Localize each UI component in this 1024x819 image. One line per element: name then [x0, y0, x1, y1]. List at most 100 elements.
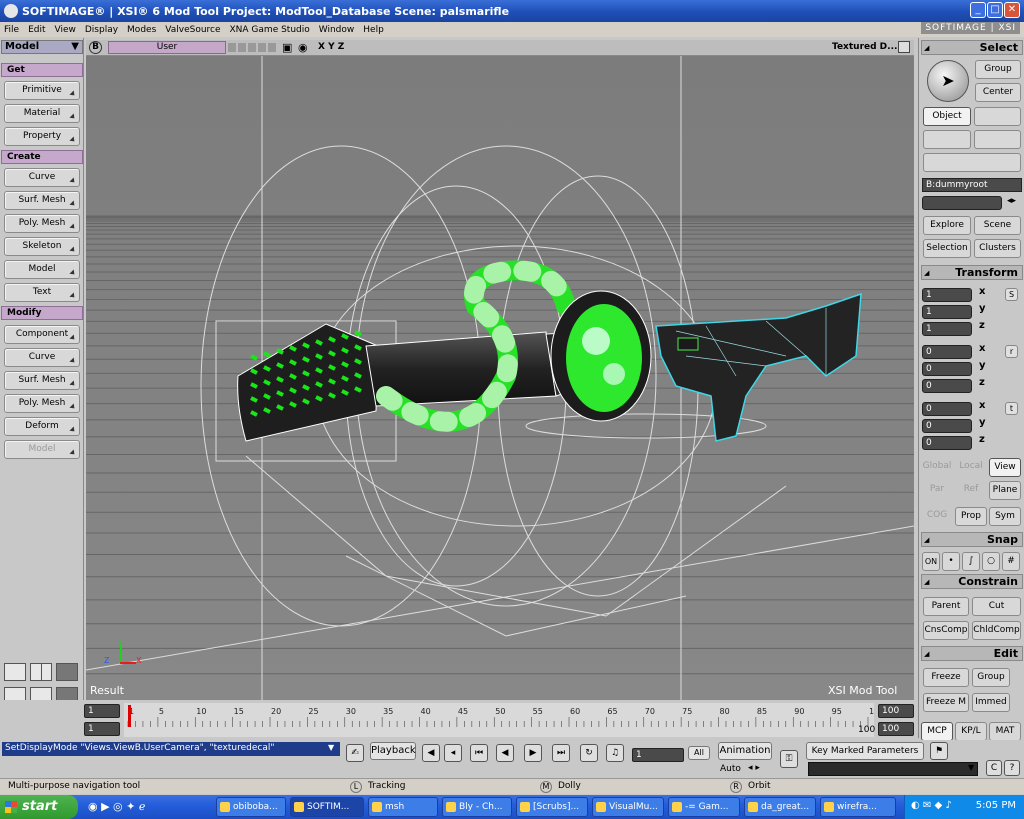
get-primitive-button[interactable]: Primitive: [4, 81, 80, 100]
display-mode-dropdown[interactable]: Textured D...: [832, 42, 897, 52]
clusters-button[interactable]: Clusters: [974, 239, 1021, 258]
all-button[interactable]: All: [688, 746, 710, 760]
auto-key-toggle[interactable]: Auto: [720, 764, 741, 774]
create-model-button[interactable]: Model: [4, 260, 80, 279]
audio-icon[interactable]: ♫: [606, 744, 624, 762]
rotate-z-axis[interactable]: z: [979, 377, 985, 388]
task-wirefra[interactable]: wirefra...: [820, 797, 896, 817]
create-text-button[interactable]: Text: [4, 283, 80, 302]
menu-edit[interactable]: Edit: [28, 25, 45, 35]
explore-button[interactable]: Explore: [923, 216, 971, 235]
menu-file[interactable]: File: [4, 25, 19, 35]
modify-model-button[interactable]: Model: [4, 440, 80, 459]
local-toggle[interactable]: Local: [955, 458, 987, 477]
scale-x-axis[interactable]: x: [979, 286, 985, 297]
select-blank-button-2[interactable]: [923, 130, 971, 149]
edit-immed-button[interactable]: Immed: [972, 693, 1010, 712]
edit-group-button[interactable]: Group: [972, 668, 1010, 687]
modify-deform-button[interactable]: Deform: [4, 417, 80, 436]
get-section-header[interactable]: Get: [1, 63, 83, 77]
tab-kpl[interactable]: KP/L: [955, 722, 987, 741]
current-frame-field[interactable]: 1: [632, 748, 684, 762]
par-toggle[interactable]: Par: [921, 481, 953, 500]
scale-z-axis[interactable]: z: [979, 320, 985, 331]
task-da-great[interactable]: da_great...: [744, 797, 816, 817]
select-blank-button-3[interactable]: [974, 130, 1021, 149]
rotate-z-field[interactable]: 0: [922, 379, 972, 393]
mode-dropdown[interactable]: Model ▼: [1, 40, 83, 54]
transform-section-header[interactable]: Transform: [921, 265, 1023, 280]
command-history-dropdown[interactable]: ▼: [328, 743, 334, 752]
cog-toggle[interactable]: COG: [921, 507, 953, 526]
modify-poly-mesh-button[interactable]: Poly. Mesh: [4, 394, 80, 413]
menu-xna[interactable]: XNA Game Studio: [230, 25, 310, 35]
snap-on-toggle[interactable]: ON: [922, 552, 940, 571]
tab-mcp[interactable]: MCP: [921, 722, 953, 741]
quicklaunch-icons[interactable]: ◉ ▶ ◎ ✦ ℯ: [88, 800, 145, 813]
animation-label[interactable]: Animation: [718, 742, 772, 760]
select-blank-button-1[interactable]: [974, 107, 1021, 126]
constrain-parent-button[interactable]: Parent: [923, 597, 969, 616]
rotate-x-field[interactable]: 0: [922, 345, 972, 359]
scale-knob[interactable]: S: [1005, 288, 1018, 301]
menu-help[interactable]: Help: [363, 25, 384, 35]
task-bly[interactable]: Bly - Ch...: [442, 797, 512, 817]
global-toggle[interactable]: Global: [921, 458, 953, 477]
select-section-header[interactable]: Select: [921, 40, 1023, 55]
snap-surface-icon[interactable]: ○: [982, 552, 1000, 571]
modify-surf-mesh-button[interactable]: Surf. Mesh: [4, 371, 80, 390]
view-toggle[interactable]: View: [989, 458, 1021, 477]
maximize-viewport-icon[interactable]: [898, 41, 910, 53]
select-group-button[interactable]: Group: [975, 60, 1021, 79]
menu-valvesource[interactable]: ValveSource: [165, 25, 220, 35]
scale-y-axis[interactable]: y: [979, 303, 986, 314]
viewport-memo-slots[interactable]: [228, 43, 278, 52]
snap-grid-icon[interactable]: #: [1002, 552, 1020, 571]
timeline-range-end-field[interactable]: 100: [878, 722, 914, 736]
timeline-start-field[interactable]: 1: [84, 704, 120, 718]
scale-y-field[interactable]: 1: [922, 305, 972, 319]
3d-viewport[interactable]: Result XSI Mod Tool Y X Z: [86, 56, 914, 700]
task-msh[interactable]: msh: [368, 797, 438, 817]
ref-toggle[interactable]: Ref: [955, 481, 987, 500]
axis-letters[interactable]: X Y Z: [318, 42, 344, 52]
translate-y-field[interactable]: 0: [922, 419, 972, 433]
translate-knob[interactable]: t: [1005, 402, 1018, 415]
prop-toggle[interactable]: Prop: [955, 507, 987, 526]
tab-mat[interactable]: MAT: [989, 722, 1021, 741]
edit-section-header[interactable]: Edit: [921, 646, 1023, 661]
plane-toggle[interactable]: Plane: [989, 481, 1021, 500]
create-surf-mesh-button[interactable]: Surf. Mesh: [4, 191, 80, 210]
rewind-icon[interactable]: ⏮: [470, 744, 488, 762]
select-blank-wide-button[interactable]: [923, 153, 1021, 172]
translate-x-axis[interactable]: x: [979, 400, 985, 411]
rotate-y-field[interactable]: 0: [922, 362, 972, 376]
loop-icon[interactable]: ↻: [580, 744, 598, 762]
modify-section-header[interactable]: Modify: [1, 306, 83, 320]
close-button[interactable]: ✕: [1004, 2, 1020, 18]
get-property-button[interactable]: Property: [4, 127, 80, 146]
scene-button[interactable]: Scene: [974, 216, 1021, 235]
chevron-down-icon[interactable]: ▼: [968, 763, 974, 772]
edit-freeze-button[interactable]: Freeze: [923, 668, 969, 687]
start-button[interactable]: start: [0, 795, 78, 819]
task-softimage[interactable]: SOFTIM...: [290, 797, 364, 817]
key-nav-arrows-icon[interactable]: ◂ ▸: [748, 763, 760, 773]
create-poly-mesh-button[interactable]: Poly. Mesh: [4, 214, 80, 233]
script-editor-icon[interactable]: ✍: [346, 744, 364, 762]
snap-point-icon[interactable]: •: [942, 552, 960, 571]
scroll-arrows-icon[interactable]: ◂▸: [1007, 196, 1016, 206]
snap-curve-icon[interactable]: ∫: [962, 552, 980, 571]
tray-icons[interactable]: ◐ ✉ ◆ ♪: [911, 800, 952, 811]
edit-freeze-m-button[interactable]: Freeze M: [923, 693, 969, 712]
snap-section-header[interactable]: Snap: [921, 532, 1023, 547]
select-arrow-icon[interactable]: ➤: [927, 60, 969, 102]
play-backward-icon[interactable]: ◀: [496, 744, 514, 762]
first-frame-icon[interactable]: ◀: [422, 744, 440, 762]
play-forward-icon[interactable]: ▶: [524, 744, 542, 762]
translate-z-axis[interactable]: z: [979, 434, 985, 445]
constrain-cnscomp-button[interactable]: CnsComp: [923, 621, 969, 640]
get-material-button[interactable]: Material: [4, 104, 80, 123]
task-obiboba[interactable]: obiboba...: [216, 797, 286, 817]
layout-single-icon[interactable]: [4, 663, 26, 681]
